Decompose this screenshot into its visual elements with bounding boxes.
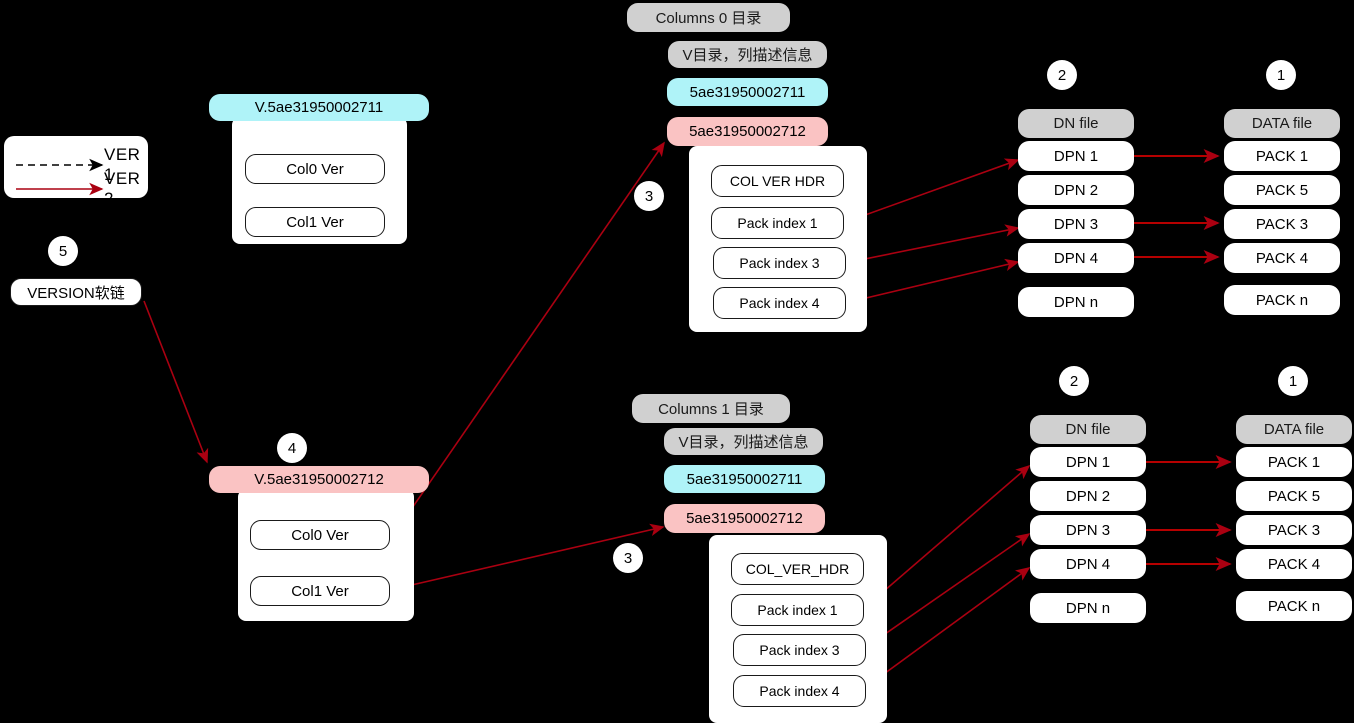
data-file-bottom-row-1[interactable]: PACK 5: [1236, 481, 1352, 511]
dn-file-top-title: DN file: [1018, 109, 1134, 138]
legend-item-ver2: VER 2: [14, 169, 150, 209]
arrow-softlink-to-version: [143, 300, 209, 464]
arrow-col0-to-columns0-dir: [389, 141, 665, 541]
version-new-header[interactable]: V.5ae31950002712: [209, 466, 429, 493]
column-dir-bottom-entry-hdr[interactable]: COL_VER_HDR: [731, 553, 864, 585]
dn-file-top-row-4[interactable]: DPN n: [1018, 287, 1134, 317]
column-dir-bottom-version-old[interactable]: 5ae31950002711: [664, 465, 825, 493]
dn-file-bottom-row-4[interactable]: DPN n: [1030, 593, 1146, 623]
data-file-top-row-1[interactable]: PACK 5: [1224, 175, 1340, 205]
column-dir-top-version-new[interactable]: 5ae31950002712: [667, 117, 828, 146]
data-file-bottom-row-3[interactable]: PACK 4: [1236, 549, 1352, 579]
column-dir-top-title: Columns 0 目录: [627, 3, 790, 32]
badge-dn-file-bottom: 2: [1059, 366, 1089, 396]
column-dir-bottom-version-new[interactable]: 5ae31950002712: [664, 504, 825, 533]
data-file-bottom-row-2[interactable]: PACK 3: [1236, 515, 1352, 545]
column-dir-top-entry-packindex1[interactable]: Pack index 1: [711, 207, 844, 239]
dn-file-bottom-row-2[interactable]: DPN 3: [1030, 515, 1146, 545]
dn-file-bottom-title: DN file: [1030, 415, 1146, 444]
version-new-col0[interactable]: Col0 Ver: [250, 520, 390, 550]
legend-label-ver2: VER 2: [104, 169, 141, 208]
arrow-packindex4-to-dpn4-bottom: [861, 567, 1031, 691]
dn-file-top-row-3[interactable]: DPN 4: [1018, 243, 1134, 273]
data-file-top-row-3[interactable]: PACK 4: [1224, 243, 1340, 273]
arrow-packindex1-to-dpn1-bottom: [861, 464, 1031, 611]
column-dir-top-version-old[interactable]: 5ae31950002711: [667, 78, 828, 106]
column-dir-top-entry-packindex3[interactable]: Pack index 3: [713, 247, 846, 279]
column-dir-top-entry-hdr[interactable]: COL VER HDR: [711, 165, 844, 197]
version-new-col1[interactable]: Col1 Ver: [250, 576, 390, 606]
dn-file-bottom-row-1[interactable]: DPN 2: [1030, 481, 1146, 511]
badge-version-softlink: 5: [48, 236, 78, 266]
arrow-packindex3-to-dpn3-top: [844, 224, 1020, 264]
version-old-col0[interactable]: Col0 Ver: [245, 154, 385, 184]
version-softlink-node[interactable]: VERSION软链: [10, 278, 142, 306]
version-old-col1[interactable]: Col1 Ver: [245, 207, 385, 237]
dn-file-bottom-row-0[interactable]: DPN 1: [1030, 447, 1146, 477]
legend: VER 1 VER 2: [4, 136, 148, 208]
dn-file-top-row-2[interactable]: DPN 3: [1018, 209, 1134, 239]
column-dir-bottom-entry-packindex1[interactable]: Pack index 1: [731, 594, 864, 626]
dn-file-bottom-row-3[interactable]: DPN 4: [1030, 549, 1146, 579]
data-file-top-row-2[interactable]: PACK 3: [1224, 209, 1340, 239]
arrow-packindex1-to-dpn1-top: [842, 158, 1020, 224]
arrow-packindex4-to-dpn4-top: [844, 258, 1020, 304]
data-file-bottom-row-0[interactable]: PACK 1: [1236, 447, 1352, 477]
arrow-layer: [143, 141, 1232, 691]
badge-version-current: 4: [277, 433, 307, 463]
column-dir-bottom-title: Columns 1 目录: [632, 394, 790, 423]
column-dir-bottom-subtitle: V目录，列描述信息: [664, 428, 823, 455]
data-file-top-title: DATA file: [1224, 109, 1340, 138]
arrow-packindex3-to-dpn3-bottom: [861, 533, 1031, 651]
badge-dn-file-top: 2: [1047, 60, 1077, 90]
column-dir-bottom-entry-packindex4[interactable]: Pack index 4: [733, 675, 866, 707]
diagram-canvas: VER 1 VER 2 5 VERSION软链 V.5ae31950002711…: [0, 0, 1354, 723]
legend-solid-line-icon: [16, 182, 104, 196]
data-file-top-row-4[interactable]: PACK n: [1224, 285, 1340, 315]
dn-file-top-row-0[interactable]: DPN 1: [1018, 141, 1134, 171]
column-dir-top-subtitle: V目录，列描述信息: [668, 41, 827, 68]
data-file-bottom-row-4[interactable]: PACK n: [1236, 591, 1352, 621]
badge-column-dir-bottom: 3: [613, 543, 643, 573]
dn-file-top-row-1[interactable]: DPN 2: [1018, 175, 1134, 205]
badge-data-file-top: 1: [1266, 60, 1296, 90]
column-dir-top-entry-packindex4[interactable]: Pack index 4: [713, 287, 846, 319]
column-dir-bottom-entry-packindex3[interactable]: Pack index 3: [733, 634, 866, 666]
badge-column-dir-top: 3: [634, 181, 664, 211]
data-file-top-row-0[interactable]: PACK 1: [1224, 141, 1340, 171]
data-file-bottom-title: DATA file: [1236, 415, 1352, 444]
badge-data-file-bottom: 1: [1278, 366, 1308, 396]
version-old-header[interactable]: V.5ae31950002711: [209, 94, 429, 121]
